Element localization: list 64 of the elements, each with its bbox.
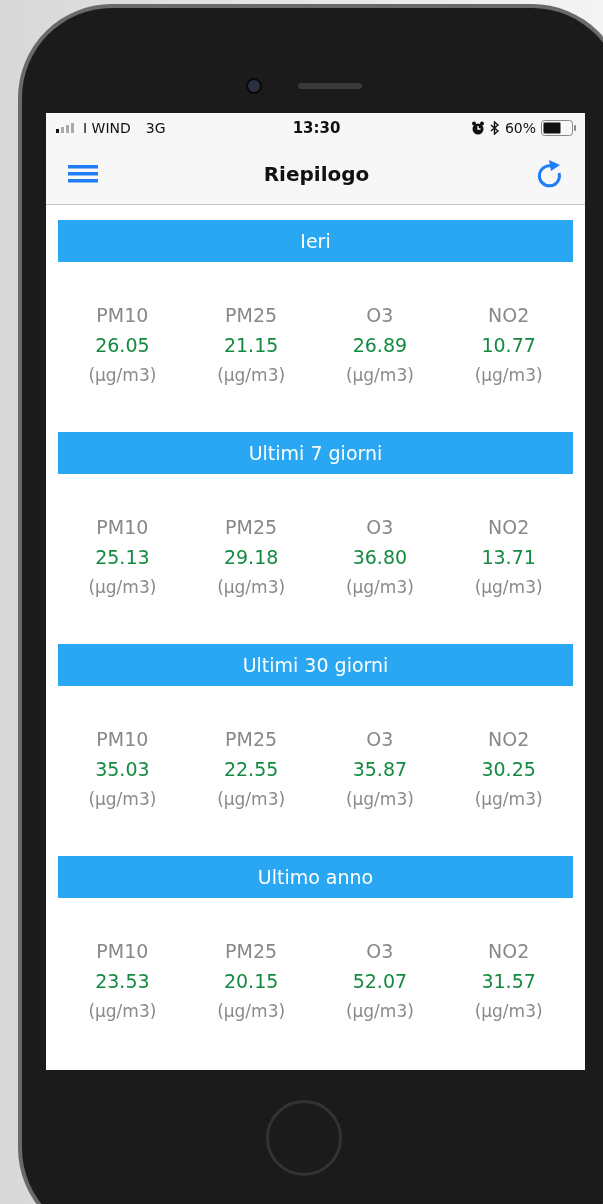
pollutant-name: PM10 — [96, 515, 149, 540]
alarm-clock-icon — [470, 121, 485, 135]
unit-label: (µg/m3) — [345, 788, 414, 811]
unit-label: (µg/m3) — [217, 576, 286, 599]
pollutant-value: 26.89 — [352, 333, 408, 358]
pollutant-value: 30.25 — [481, 757, 536, 782]
pollutant-name: NO2 — [488, 303, 530, 328]
unit-label: (µg/m3) — [88, 1000, 157, 1023]
pollutant-value: 26.05 — [95, 333, 150, 358]
pollutant-value: 35.03 — [95, 757, 150, 782]
unit-label: (µg/m3) — [88, 576, 157, 599]
pollutant-value: 23.53 — [95, 969, 150, 994]
pollutant-name: PM25 — [225, 939, 278, 964]
pollutant-value: 13.71 — [481, 545, 536, 570]
unit-label: (µg/m3) — [88, 788, 157, 811]
unit-label: (µg/m3) — [217, 1000, 286, 1023]
camera-icon — [246, 77, 262, 94]
unit-label: (µg/m3) — [474, 576, 543, 599]
pollutant-value: 52.07 — [352, 969, 408, 994]
pollutant-name: PM10 — [96, 303, 149, 328]
pollutant-value: 20.15 — [223, 969, 279, 994]
refresh-icon[interactable] — [535, 157, 563, 190]
pollutant-value: 36.80 — [352, 545, 408, 570]
pollutant-name: O3 — [366, 939, 394, 964]
pollutant-value: 29.18 — [223, 545, 279, 570]
pollutant-name: NO2 — [488, 939, 530, 964]
unit-label: (µg/m3) — [345, 1000, 414, 1023]
carrier-name: I WIND — [83, 120, 131, 136]
pollutant-value: 31.57 — [481, 969, 536, 994]
section-header: Ieri — [58, 220, 573, 262]
pollutant-value: 10.77 — [481, 333, 536, 358]
pollutant-name: PM10 — [96, 939, 149, 964]
menu-icon[interactable] — [68, 164, 98, 183]
pollutant-name: PM10 — [96, 727, 149, 752]
status-time: 13:30 — [292, 119, 341, 137]
pollutant-name: PM25 — [225, 515, 278, 540]
pollutant-name: O3 — [366, 727, 394, 752]
section-header: Ultimi 7 giorni — [58, 432, 573, 474]
pollutant-name: NO2 — [488, 727, 530, 752]
pollutant-name: PM25 — [225, 727, 278, 752]
page-title: Riepilogo — [263, 161, 370, 186]
bluetooth-icon — [489, 121, 500, 135]
unit-label: (µg/m3) — [474, 1000, 543, 1023]
unit-label: (µg/m3) — [345, 576, 414, 599]
unit-label: (µg/m3) — [88, 364, 157, 387]
speaker-grille — [298, 82, 362, 89]
pollutant-name: O3 — [366, 515, 394, 540]
pollutant-name: O3 — [366, 303, 394, 328]
battery-percent: 60% — [504, 120, 536, 136]
section-header: Ultimo anno — [58, 856, 573, 898]
pollutant-name: PM25 — [225, 303, 278, 328]
battery-icon — [541, 120, 577, 136]
network-type: 3G — [145, 120, 166, 136]
unit-label: (µg/m3) — [217, 364, 286, 387]
unit-label: (µg/m3) — [474, 364, 543, 387]
section-header: Ultimi 30 giorni — [58, 644, 573, 686]
unit-label: (µg/m3) — [474, 788, 543, 811]
unit-label: (µg/m3) — [217, 788, 286, 811]
pollutant-value: 35.87 — [352, 757, 408, 782]
pollutant-name: NO2 — [488, 515, 530, 540]
unit-label: (µg/m3) — [345, 364, 414, 387]
pollutant-value: 21.15 — [223, 333, 279, 358]
pollutant-value: 25.13 — [95, 545, 150, 570]
pollutant-value: 22.55 — [223, 757, 279, 782]
